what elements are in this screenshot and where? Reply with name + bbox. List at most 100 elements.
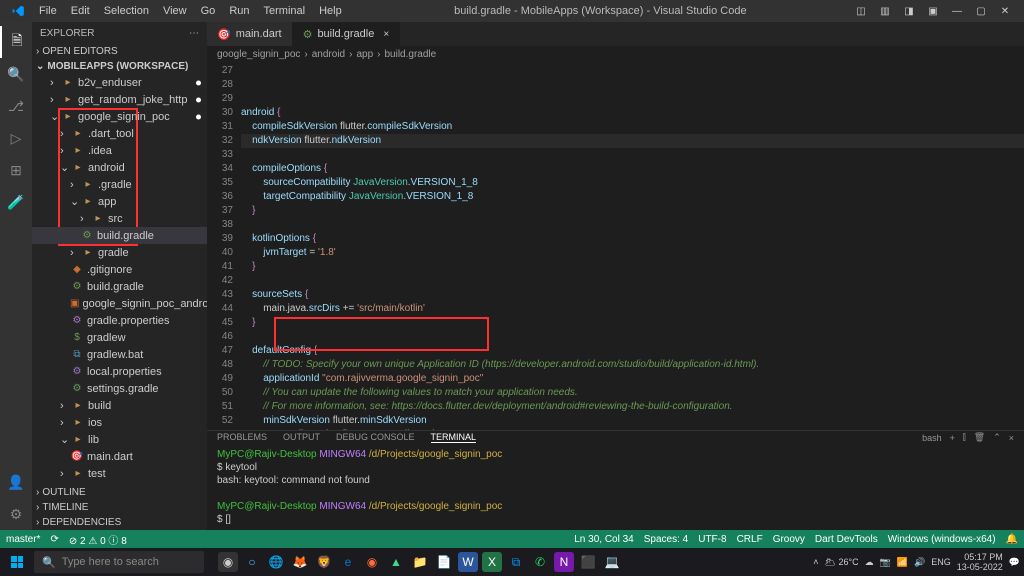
open-editors-section[interactable]: OPEN EDITORS	[32, 44, 207, 59]
task-app-icon[interactable]: ◉	[218, 552, 238, 572]
tree-item[interactable]: ▣google_signin_poc_android.iml	[32, 295, 207, 312]
menu-terminal[interactable]: Terminal	[257, 5, 313, 17]
tree-item[interactable]: ⚙build.gradle	[32, 278, 207, 295]
tree-item[interactable]: $gradlew	[32, 329, 207, 346]
word-icon[interactable]: W	[458, 552, 478, 572]
maximize-panel-icon[interactable]: ⌃	[993, 432, 1001, 443]
tree-item[interactable]: ▸gradle	[32, 244, 207, 261]
whatsapp-icon[interactable]: ✆	[530, 552, 550, 572]
weather-widget[interactable]: 🌥 26°C	[825, 557, 859, 568]
taskbar-search[interactable]: 🔍 Type here to search	[34, 551, 204, 573]
breadcrumb-item[interactable]: app	[356, 49, 373, 60]
layout-right-icon[interactable]: ◨	[900, 2, 918, 20]
settings-gear-icon[interactable]: ⚙	[0, 498, 32, 530]
workspace-section[interactable]: MOBILEAPPS (WORKSPACE)	[32, 59, 207, 74]
wifi-icon[interactable]: 📶	[897, 557, 908, 568]
onenote-icon[interactable]: N	[554, 552, 574, 572]
excel-icon[interactable]: X	[482, 552, 502, 572]
status-item[interactable]: 🔔	[1006, 534, 1018, 545]
tree-item[interactable]: ▸test	[32, 465, 207, 482]
breadcrumb-item[interactable]: android	[312, 49, 345, 60]
brave-icon[interactable]: 🦁	[314, 552, 334, 572]
tree-item[interactable]: ⧉gradlew.bat	[32, 346, 207, 363]
tree-item[interactable]: ▸.gradle	[32, 176, 207, 193]
editor-tab[interactable]: 🎯main.dart	[207, 22, 293, 46]
android-studio-icon[interactable]: ▲	[386, 552, 406, 572]
language-indicator[interactable]: ENG	[931, 557, 951, 567]
run-debug-icon[interactable]: ▷	[0, 122, 32, 154]
close-button[interactable]: ✕	[996, 2, 1014, 20]
status-item[interactable]: Dart DevTools	[815, 534, 878, 545]
layout-bottom-icon[interactable]: ▥	[876, 2, 894, 20]
extensions-icon[interactable]: ⊞	[0, 154, 32, 186]
panel-tab-problems[interactable]: PROBLEMS	[217, 432, 267, 443]
status-item[interactable]: Spaces: 4	[644, 534, 688, 545]
tree-item[interactable]: ▸.idea	[32, 142, 207, 159]
menu-go[interactable]: Go	[194, 5, 223, 17]
kill-terminal-icon[interactable]: 🗑	[974, 432, 985, 443]
tree-item[interactable]: ▸get_random_joke_http	[32, 91, 207, 108]
tree-item[interactable]: ▸web	[32, 482, 207, 485]
tree-item[interactable]: ▸src	[32, 210, 207, 227]
breadcrumb-item[interactable]: build.gradle	[384, 49, 436, 60]
meet-now-icon[interactable]: 📷	[880, 557, 891, 568]
menu-edit[interactable]: Edit	[64, 5, 97, 17]
tree-item[interactable]: ▸android	[32, 159, 207, 176]
status-item[interactable]: Ln 30, Col 34	[574, 534, 634, 545]
edge-icon[interactable]: е	[338, 552, 358, 572]
tree-item[interactable]: 🎯main.dart	[32, 448, 207, 465]
start-button[interactable]	[4, 549, 30, 575]
chevron-up-icon[interactable]: ˄	[813, 557, 818, 567]
section-outline[interactable]: OUTLINE	[32, 485, 207, 500]
clock[interactable]: 05:17 PM 13-05-2022	[957, 552, 1003, 572]
explorer-icon[interactable]: 📁	[410, 552, 430, 572]
firefox-icon[interactable]: 🦊	[290, 552, 310, 572]
menu-selection[interactable]: Selection	[97, 5, 156, 17]
tree-item[interactable]: ▸google_signin_poc	[32, 108, 207, 125]
editor-tab[interactable]: ⚙build.gradle×	[293, 22, 401, 46]
notes-icon[interactable]: 📄	[434, 552, 454, 572]
panel-tab-output[interactable]: OUTPUT	[283, 432, 320, 443]
code-editor[interactable]: 2728293031323334353637383940414243444546…	[207, 62, 1024, 430]
tab-close-icon[interactable]: ×	[383, 29, 389, 40]
tree-item[interactable]: ⚙build.gradle	[32, 227, 207, 244]
source-control-icon[interactable]: ⎇	[0, 90, 32, 122]
close-panel-icon[interactable]: ×	[1009, 433, 1014, 443]
more-icon[interactable]: ⋯	[189, 28, 199, 39]
status-item[interactable]: ⊘ 2 ⚠ 0 ⓘ 8	[69, 532, 127, 547]
accounts-icon[interactable]: 👤	[0, 466, 32, 498]
new-terminal-icon[interactable]: +	[950, 433, 955, 443]
tree-item[interactable]: ◆.gitignore	[32, 261, 207, 278]
split-terminal-icon[interactable]: ⫿	[963, 432, 966, 443]
code-content[interactable]: android { compileSdkVersion flutter.comp…	[241, 62, 1024, 430]
onedrive-icon[interactable]: ☁	[865, 557, 874, 568]
notifications-icon[interactable]: 💬	[1009, 557, 1020, 568]
vscode-icon[interactable]: ⧉	[506, 552, 526, 572]
panel-tab-debug-console[interactable]: DEBUG CONSOLE	[336, 432, 415, 443]
chrome-icon[interactable]: 🌐	[266, 552, 286, 572]
status-item[interactable]: master*	[6, 534, 40, 545]
status-item[interactable]: CRLF	[737, 534, 763, 545]
menu-run[interactable]: Run	[222, 5, 256, 17]
tree-item[interactable]: ⚙gradle.properties	[32, 312, 207, 329]
menu-view[interactable]: View	[156, 5, 194, 17]
terminal-output[interactable]: MyPC@Rajiv-Desktop MINGW64 /d/Projects/g…	[207, 444, 1024, 530]
layout-left-icon[interactable]: ◫	[852, 2, 870, 20]
terminal-shell-label[interactable]: bash	[922, 433, 942, 443]
system-tray[interactable]: ˄ 🌥 26°C ☁ 📷 📶 🔊 ENG 05:17 PM 13-05-2022…	[813, 552, 1020, 572]
minimize-button[interactable]: —	[948, 2, 966, 20]
postman-icon[interactable]: ◉	[362, 552, 382, 572]
menu-file[interactable]: File	[32, 5, 64, 17]
status-item[interactable]: UTF-8	[698, 534, 726, 545]
volume-icon[interactable]: 🔊	[914, 557, 925, 568]
layout-full-icon[interactable]: ▣	[924, 2, 942, 20]
maximize-button[interactable]: ▢	[972, 2, 990, 20]
tree-item[interactable]: ⚙local.properties	[32, 363, 207, 380]
tree-item[interactable]: ▸b2v_enduser	[32, 74, 207, 91]
tree-item[interactable]: ▸lib	[32, 431, 207, 448]
explorer-icon[interactable]: 🗎	[0, 26, 32, 58]
status-item[interactable]: Groovy	[773, 534, 805, 545]
status-item[interactable]: ⟳	[50, 534, 58, 545]
tree-item[interactable]: ▸app	[32, 193, 207, 210]
status-item[interactable]: Windows (windows-x64)	[888, 534, 996, 545]
